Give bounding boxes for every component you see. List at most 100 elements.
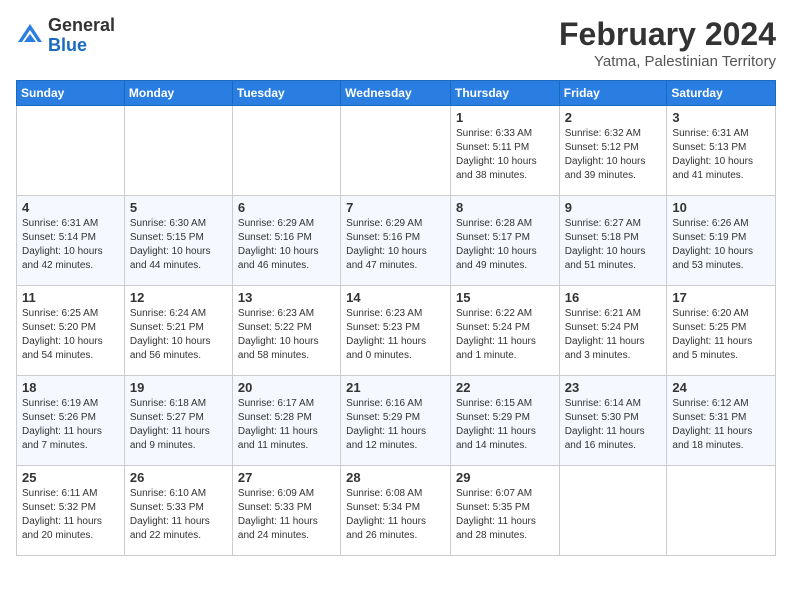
- calendar-cell: [341, 106, 451, 196]
- day-info: Sunrise: 6:25 AM Sunset: 5:20 PM Dayligh…: [22, 307, 119, 363]
- day-number: 3: [672, 110, 770, 125]
- calendar-cell: 3 Sunrise: 6:31 AM Sunset: 5:13 PM Daylig…: [667, 106, 776, 196]
- calendar-cell: 20 Sunrise: 6:17 AM Sunset: 5:28 PM Dayli…: [232, 376, 340, 466]
- calendar-cell: 15 Sunrise: 6:22 AM Sunset: 5:24 PM Dayli…: [450, 286, 559, 376]
- day-info: Sunrise: 6:23 AM Sunset: 5:23 PM Dayligh…: [346, 307, 445, 363]
- day-info: Sunrise: 6:08 AM Sunset: 5:34 PM Dayligh…: [346, 487, 445, 543]
- calendar-cell: [667, 466, 776, 556]
- calendar-cell: 28 Sunrise: 6:08 AM Sunset: 5:34 PM Dayli…: [341, 466, 451, 556]
- day-number: 4: [22, 200, 119, 215]
- day-number: 25: [22, 470, 119, 485]
- day-info: Sunrise: 6:11 AM Sunset: 5:32 PM Dayligh…: [22, 487, 119, 543]
- day-number: 11: [22, 290, 119, 305]
- weekday-header-friday: Friday: [559, 81, 667, 106]
- day-number: 18: [22, 380, 119, 395]
- calendar-cell: 27 Sunrise: 6:09 AM Sunset: 5:33 PM Dayli…: [232, 466, 340, 556]
- day-info: Sunrise: 6:21 AM Sunset: 5:24 PM Dayligh…: [565, 307, 662, 363]
- day-info: Sunrise: 6:17 AM Sunset: 5:28 PM Dayligh…: [238, 397, 335, 453]
- day-info: Sunrise: 6:23 AM Sunset: 5:22 PM Dayligh…: [238, 307, 335, 363]
- day-number: 6: [238, 200, 335, 215]
- calendar-cell: 19 Sunrise: 6:18 AM Sunset: 5:27 PM Dayli…: [124, 376, 232, 466]
- calendar-cell: 25 Sunrise: 6:11 AM Sunset: 5:32 PM Dayli…: [17, 466, 125, 556]
- day-number: 20: [238, 380, 335, 395]
- day-info: Sunrise: 6:31 AM Sunset: 5:14 PM Dayligh…: [22, 217, 119, 273]
- calendar-cell: 17 Sunrise: 6:20 AM Sunset: 5:25 PM Dayli…: [667, 286, 776, 376]
- logo-general-text: General: [48, 16, 115, 36]
- day-number: 24: [672, 380, 770, 395]
- title-section: February 2024 Yatma, Palestinian Territo…: [559, 16, 776, 70]
- day-number: 8: [456, 200, 554, 215]
- day-info: Sunrise: 6:18 AM Sunset: 5:27 PM Dayligh…: [130, 397, 227, 453]
- day-number: 5: [130, 200, 227, 215]
- day-info: Sunrise: 6:15 AM Sunset: 5:29 PM Dayligh…: [456, 397, 554, 453]
- calendar-cell: 2 Sunrise: 6:32 AM Sunset: 5:12 PM Daylig…: [559, 106, 667, 196]
- calendar-cell: 8 Sunrise: 6:28 AM Sunset: 5:17 PM Daylig…: [450, 196, 559, 286]
- day-number: 9: [565, 200, 662, 215]
- day-info: Sunrise: 6:32 AM Sunset: 5:12 PM Dayligh…: [565, 127, 662, 183]
- calendar-cell: 24 Sunrise: 6:12 AM Sunset: 5:31 PM Dayli…: [667, 376, 776, 466]
- calendar-cell: [124, 106, 232, 196]
- logo-blue-text: Blue: [48, 36, 115, 56]
- day-info: Sunrise: 6:19 AM Sunset: 5:26 PM Dayligh…: [22, 397, 119, 453]
- calendar-cell: 12Sunrise: 6:24 AM Sunset: 5:21 PM Dayli…: [124, 286, 232, 376]
- weekday-header-wednesday: Wednesday: [341, 81, 451, 106]
- day-number: 27: [238, 470, 335, 485]
- day-number: 15: [456, 290, 554, 305]
- day-number: 10: [672, 200, 770, 215]
- day-info: Sunrise: 6:29 AM Sunset: 5:16 PM Dayligh…: [238, 217, 335, 273]
- day-number: 23: [565, 380, 662, 395]
- day-info: Sunrise: 6:09 AM Sunset: 5:33 PM Dayligh…: [238, 487, 335, 543]
- day-number: 16: [565, 290, 662, 305]
- weekday-header-sunday: Sunday: [17, 81, 125, 106]
- day-info: Sunrise: 6:30 AM Sunset: 5:15 PM Dayligh…: [130, 217, 227, 273]
- day-number: 22: [456, 380, 554, 395]
- day-number: 28: [346, 470, 445, 485]
- day-number: 21: [346, 380, 445, 395]
- week-row-1: 1Sunrise: 6:33 AM Sunset: 5:11 PM Daylig…: [17, 106, 776, 196]
- calendar-body: 1Sunrise: 6:33 AM Sunset: 5:11 PM Daylig…: [17, 106, 776, 556]
- day-info: Sunrise: 6:22 AM Sunset: 5:24 PM Dayligh…: [456, 307, 554, 363]
- weekday-header-thursday: Thursday: [450, 81, 559, 106]
- day-info: Sunrise: 6:14 AM Sunset: 5:30 PM Dayligh…: [565, 397, 662, 453]
- calendar-cell: 16 Sunrise: 6:21 AM Sunset: 5:24 PM Dayli…: [559, 286, 667, 376]
- calendar-cell: 29 Sunrise: 6:07 AM Sunset: 5:35 PM Dayli…: [450, 466, 559, 556]
- calendar-cell: 11 Sunrise: 6:25 AM Sunset: 5:20 PM Dayli…: [17, 286, 125, 376]
- calendar-header: SundayMondayTuesdayWednesdayThursdayFrid…: [17, 81, 776, 106]
- calendar-cell: 4 Sunrise: 6:31 AM Sunset: 5:14 PM Daylig…: [17, 196, 125, 286]
- day-info: Sunrise: 6:28 AM Sunset: 5:17 PM Dayligh…: [456, 217, 554, 273]
- day-info: Sunrise: 6:10 AM Sunset: 5:33 PM Dayligh…: [130, 487, 227, 543]
- day-number: 13: [238, 290, 335, 305]
- day-number: 29: [456, 470, 554, 485]
- calendar-cell: [17, 106, 125, 196]
- calendar-cell: 10Sunrise: 6:26 AM Sunset: 5:19 PM Dayli…: [667, 196, 776, 286]
- day-number: 1: [456, 110, 554, 125]
- weekday-header-monday: Monday: [124, 81, 232, 106]
- day-info: Sunrise: 6:07 AM Sunset: 5:35 PM Dayligh…: [456, 487, 554, 543]
- week-row-2: 4 Sunrise: 6:31 AM Sunset: 5:14 PM Daylig…: [17, 196, 776, 286]
- calendar-cell: 6 Sunrise: 6:29 AM Sunset: 5:16 PM Daylig…: [232, 196, 340, 286]
- calendar-cell: 14 Sunrise: 6:23 AM Sunset: 5:23 PM Dayli…: [341, 286, 451, 376]
- calendar-cell: 9 Sunrise: 6:27 AM Sunset: 5:18 PM Daylig…: [559, 196, 667, 286]
- logo: General Blue: [16, 16, 115, 56]
- logo-icon: [16, 22, 44, 50]
- calendar-cell: [559, 466, 667, 556]
- day-number: 2: [565, 110, 662, 125]
- calendar-cell: 13 Sunrise: 6:23 AM Sunset: 5:22 PM Dayli…: [232, 286, 340, 376]
- day-number: 14: [346, 290, 445, 305]
- page-header: General Blue February 2024 Yatma, Palest…: [16, 16, 776, 70]
- day-number: 19: [130, 380, 227, 395]
- weekday-header-saturday: Saturday: [667, 81, 776, 106]
- day-number: 17: [672, 290, 770, 305]
- day-info: Sunrise: 6:29 AM Sunset: 5:16 PM Dayligh…: [346, 217, 445, 273]
- location-title: Yatma, Palestinian Territory: [559, 53, 776, 70]
- day-info: Sunrise: 6:12 AM Sunset: 5:31 PM Dayligh…: [672, 397, 770, 453]
- calendar-cell: 22 Sunrise: 6:15 AM Sunset: 5:29 PM Dayli…: [450, 376, 559, 466]
- calendar-cell: 1Sunrise: 6:33 AM Sunset: 5:11 PM Daylig…: [450, 106, 559, 196]
- day-info: Sunrise: 6:27 AM Sunset: 5:18 PM Dayligh…: [565, 217, 662, 273]
- day-info: Sunrise: 6:20 AM Sunset: 5:25 PM Dayligh…: [672, 307, 770, 363]
- month-title: February 2024: [559, 16, 776, 53]
- weekday-header-row: SundayMondayTuesdayWednesdayThursdayFrid…: [17, 81, 776, 106]
- day-number: 12: [130, 290, 227, 305]
- day-info: Sunrise: 6:31 AM Sunset: 5:13 PM Dayligh…: [672, 127, 770, 183]
- week-row-4: 18 Sunrise: 6:19 AM Sunset: 5:26 PM Dayli…: [17, 376, 776, 466]
